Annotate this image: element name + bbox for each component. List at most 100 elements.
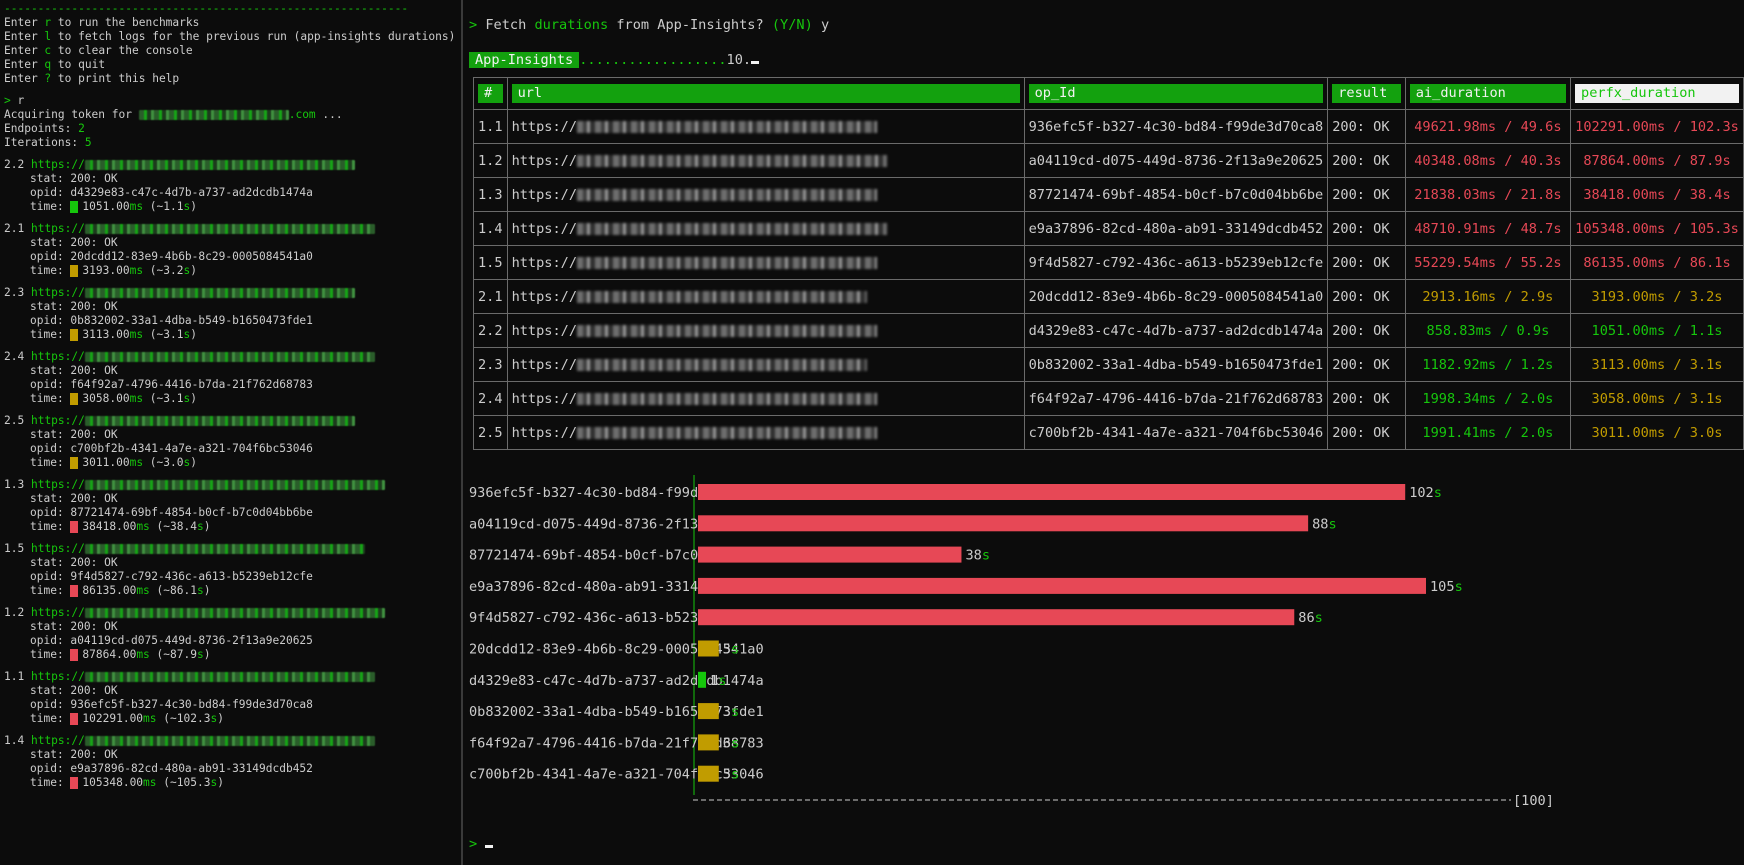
column-header-ai-duration[interactable]: ai_duration [1404,77,1572,110]
help-list: Enter r to run the benchmarks Enter l to … [0,16,461,86]
time-approx: 3.1 [163,328,184,341]
row-ai-duration: 55229.54ms / 55.2s [1414,254,1562,271]
run-opid-line: opid: f64f92a7-4796-4416-b7da-21f762d687… [0,378,461,392]
run-url-line: 2.2 https:// [0,158,461,172]
approx-close: ) [190,328,197,341]
opid-value: c700bf2b-4341-4a7e-a321-704f6bc53046 [70,442,313,455]
cell-number: 2.4 [473,381,508,416]
column-header-label: result [1332,84,1401,103]
run-stat-line: stat: 200: OK [0,236,461,250]
run-time-line: time: 3011.00ms (~3.0s) [0,456,461,470]
run-opid-line: opid: c700bf2b-4341-4a7e-a321-704f6bc530… [0,442,461,456]
chart-value-label: 3s [723,767,739,783]
time-ms: 3058.00 [82,392,130,405]
stat-value: 200: OK [70,748,118,761]
row-op-id: d4329e83-c47c-4d7b-a737-ad2dcdb1474a [1028,322,1324,339]
table-header-row: # url op_Id result ai_duration perfx_duration [473,77,1744,110]
time-ms: 87864.00 [82,648,137,661]
chart-bar [698,577,1426,594]
table-row[interactable]: 2.5 https:// c700bf2b-4341-4a7e-a321-704f6… [473,415,1744,450]
table-row[interactable]: 1.3 https:// 87721474-69bf-4854-b0cf-b7c0d… [473,177,1744,212]
table-row[interactable]: 1.5 https:// 9f4d5827-c792-436c-a613-b5239… [473,245,1744,280]
stat-label: stat: [30,620,71,633]
ms-unit: ms [129,392,144,405]
help-line: Enter ? to print this help [0,72,461,86]
cell-op-id: 9f4d5827-c792-436c-a613-b5239eb12cfe [1023,245,1329,280]
table-row[interactable]: 1.4 https:// e9a37896-82cd-480a-ab91-33149… [473,211,1744,246]
help-separator: ----------------------------------------… [4,2,409,15]
opid-value: e9a37896-82cd-480a-ab91-33149dcdb452 [70,762,313,775]
approx-close: ) [190,200,197,213]
table-row[interactable]: 2.3 https:// 0b832002-33a1-4dba-b549-b1650… [473,347,1744,382]
run-opid-line: opid: 0b832002-33a1-4dba-b549-b1650473fd… [0,314,461,328]
table-row[interactable]: 2.4 https:// f64f92a7-4796-4416-b7da-21f76… [473,381,1744,416]
opid-value: a04119cd-d075-449d-8736-2f13a9e20625 [70,634,313,647]
bottom-prompt-line[interactable]: > [469,836,494,852]
run-block: 2.4 https://stat: 200: OK opid: f64f92a7-… [0,350,461,406]
cell-op-id: d4329e83-c47c-4d7b-a737-ad2dcdb1474a [1023,313,1329,348]
run-url-line: 1.4 https:// [0,734,461,748]
time-label: time: [30,648,71,661]
row-perfx-duration: 3011.00ms / 3.0s [1591,424,1723,441]
chart-value-label: 88s [1312,516,1337,532]
cell-op-id: 0b832002-33a1-4dba-b549-b1650473fde1 [1023,347,1329,382]
status-indicator [70,393,79,405]
ms-unit: ms [129,264,144,277]
column-header-url[interactable]: url [506,77,1025,110]
approx-open: (~ [149,520,171,533]
stat-label: stat: [30,428,71,441]
opid-label: opid: [30,250,71,263]
column-header-op-Id[interactable]: op_Id [1023,77,1329,110]
column-header-perfx-duration[interactable]: perfx_duration [1570,77,1744,110]
run-time-line: time: 102291.00ms (~102.3s) [0,712,461,726]
stat-value: 200: OK [70,556,118,569]
run-url-line: 1.1 https:// [0,670,461,684]
opid-value: 9f4d5827-c792-436c-a613-b5239eb12cfe [70,570,313,583]
table-row[interactable]: 1.2 https:// a04119cd-d075-449d-8736-2f13a… [473,143,1744,178]
cell-ai-duration: 49621.98ms / 49.6s [1404,109,1572,144]
cell-url: https:// [506,109,1025,144]
row-perfx-duration: 3058.00ms / 3.1s [1591,390,1723,407]
table-row[interactable]: 2.1 https:// 20dcdd12-83e9-4b6b-8c29-00050… [473,279,1744,314]
chart-bar [698,609,1295,626]
approx-close: ) [217,776,224,789]
run-stat-line: stat: 200: OK [0,748,461,762]
row-number: 1.2 [478,152,503,169]
run-url: https:// [30,222,85,235]
help-text: Enter [4,44,45,57]
run-url-line: 2.4 https:// [0,350,461,364]
column-header-#[interactable]: # [473,77,508,110]
run-time-line: time: 3113.00ms (~3.1s) [0,328,461,342]
opid-label: opid: [30,378,71,391]
cell-number: 2.1 [473,279,508,314]
time-label: time: [30,776,71,789]
opid-value: 0b832002-33a1-4dba-b549-b1650473fde1 [70,314,313,327]
row-op-id: f64f92a7-4796-4416-b7da-21f762d68783 [1028,390,1324,407]
run-block: 1.1 https://stat: 200: OK opid: 936efc5f-… [0,670,461,726]
table-row[interactable]: 1.1 https:// 936efc5f-b327-4c30-bd84-f99de… [473,109,1744,144]
run-id: 2.1 [4,222,25,235]
run-time-line: time: 3193.00ms (~3.2s) [0,264,461,278]
ms-unit: ms [136,648,150,661]
row-perfx-duration: 86135.00ms / 86.1s [1583,254,1731,271]
chart-bar [698,671,706,688]
cell-result: 200: OK [1327,143,1406,178]
redacted-url [84,224,375,234]
table-row[interactable]: 2.2 https:// d4329e83-c47c-4d7b-a737-ad2dc… [473,313,1744,348]
column-header-result[interactable]: result [1327,77,1406,110]
row-ai-duration: 858.83ms / 0.9s [1426,322,1550,339]
run-stat-line: stat: 200: OK [0,492,461,506]
run-stat-line: stat: 200: OK [0,556,461,570]
run-time-line: time: 3058.00ms (~3.1s) [0,392,461,406]
cell-perfx-duration: 105348.00ms / 105.3s [1570,211,1744,246]
run-url: https:// [30,670,85,683]
redacted-url [84,608,385,618]
approx-open: (~ [143,328,164,341]
row-op-id: a04119cd-d075-449d-8736-2f13a9e20625 [1028,152,1324,169]
cell-result: 200: OK [1327,177,1406,212]
stat-value: 200: OK [70,236,118,249]
duration-bar-chart: [100]936efc5f-b327-4c30-bd84-f99de3d70ca… [469,475,1554,809]
chart-category-label: c700bf2b-4341-4a7e-a321-704f6bc53046 [469,767,764,783]
run-block: 1.4 https://stat: 200: OK opid: e9a37896-… [0,734,461,790]
iterations-line: Iterations: 5 [0,136,461,150]
